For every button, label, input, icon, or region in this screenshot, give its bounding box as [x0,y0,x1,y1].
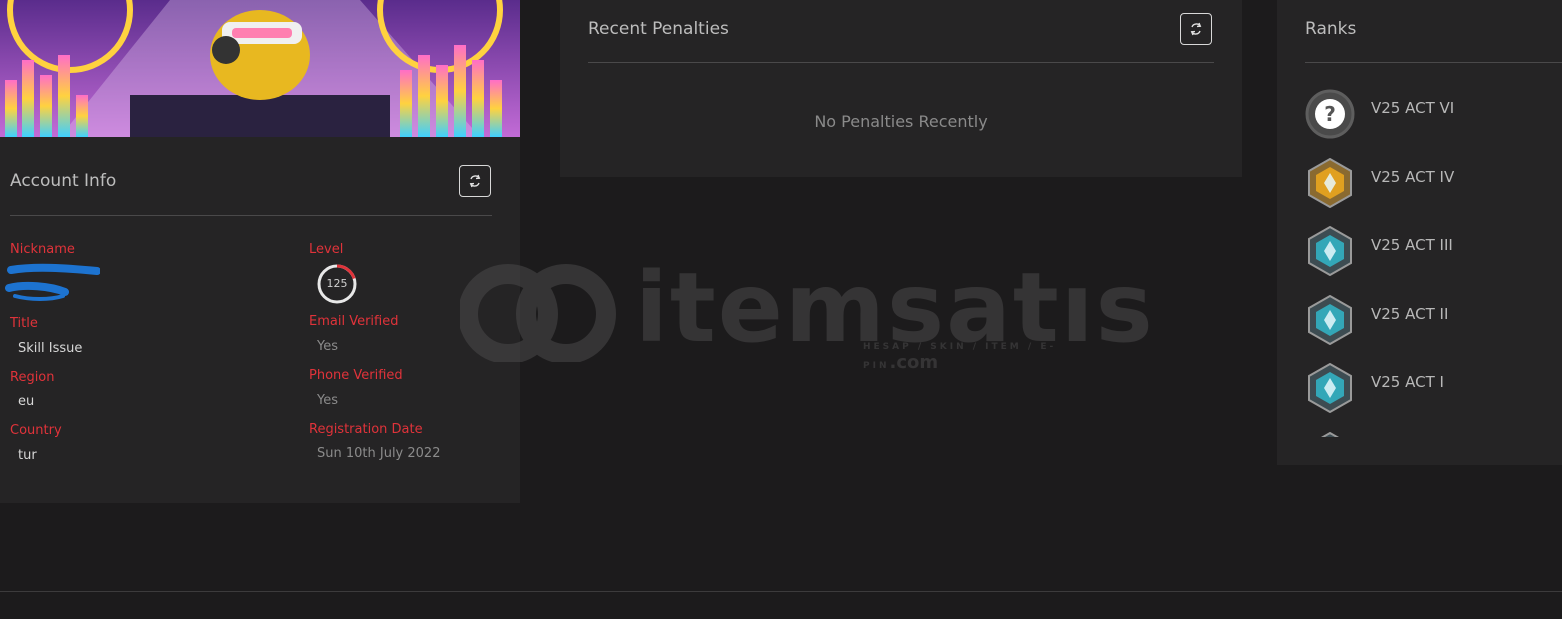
gold-rank-icon [1308,157,1352,208]
level-progress-ring: 125 [316,263,358,305]
itemsatis-watermark: itemsatıs HESAP / SKIN / ITEM / E-PIN.co… [460,252,1153,373]
email-verified-label: Email Verified [309,314,399,329]
ranks-list[interactable]: ? V25 ACT VI V25 ACT IV V25 ACT III V25 ACT … [1277,80,1562,437]
penalties-divider [588,62,1214,63]
recent-penalties-title: Recent Penalties [588,19,729,39]
rank-row: ? V25 ACT VI [1305,89,1545,149]
rank-label: V25 ACT I [1371,373,1444,391]
region-value: eu [18,394,35,409]
svg-text:?: ? [1324,102,1336,126]
level-value: 125 [326,277,348,290]
account-divider [10,215,492,216]
rank-label: V25 ACT II [1371,304,1449,323]
nickname-label: Nickname [10,242,75,257]
platinum-rank-icon [1308,294,1352,345]
title-value: Skill Issue [18,341,83,356]
rank-row [1305,431,1545,437]
email-verified-value: Yes [317,339,338,354]
level-label: Level [309,242,344,257]
platinum-rank-icon [1308,226,1352,276]
rank-label: V25 ACT IV [1371,167,1455,186]
rank-row: V25 ACT I [1305,363,1545,423]
country-value: tur [18,448,37,463]
phone-verified-label: Phone Verified [309,368,403,383]
ranks-divider [1305,62,1562,63]
refresh-icon [469,174,481,188]
rank-label: V25 ACT III [1371,236,1453,254]
rank-row: V25 ACT II [1305,294,1545,355]
title-label: Title [10,316,38,331]
rank-row: V25 ACT III [1305,226,1545,286]
redacted-nickname [5,263,100,301]
account-refresh-button[interactable] [459,165,491,197]
region-label: Region [10,370,55,385]
no-penalties-message: No Penalties Recently [814,112,988,131]
platinum-rank-icon [1308,363,1352,413]
phone-verified-value: Yes [317,393,338,408]
country-label: Country [10,423,62,438]
ranks-card: Ranks ? V25 ACT VI V25 ACT IV V25 ACT III V2… [1277,0,1562,465]
itemsatis-logo-icon [460,264,616,362]
ranks-title: Ranks [1305,19,1357,39]
registration-date-value: Sun 10th July 2022 [317,446,441,461]
account-card: Account Info Nickname Title Skill Issue … [0,0,520,503]
rank-row: V25 ACT IV [1305,157,1545,218]
watermark-subtext: HESAP / SKIN / ITEM / E-PIN.com [863,342,1057,373]
player-card-banner [0,0,520,137]
footer-divider [0,591,1562,592]
account-info-title: Account Info [10,171,117,191]
rank-label: V25 ACT VI [1371,99,1455,117]
penalties-card: Recent Penalties No Penalties Recently [560,0,1242,177]
refresh-icon [1190,22,1202,36]
platinum-rank-icon [1320,431,1340,437]
registration-date-label: Registration Date [309,422,423,437]
unranked-icon: ? [1305,89,1355,139]
penalties-refresh-button[interactable] [1180,13,1212,45]
